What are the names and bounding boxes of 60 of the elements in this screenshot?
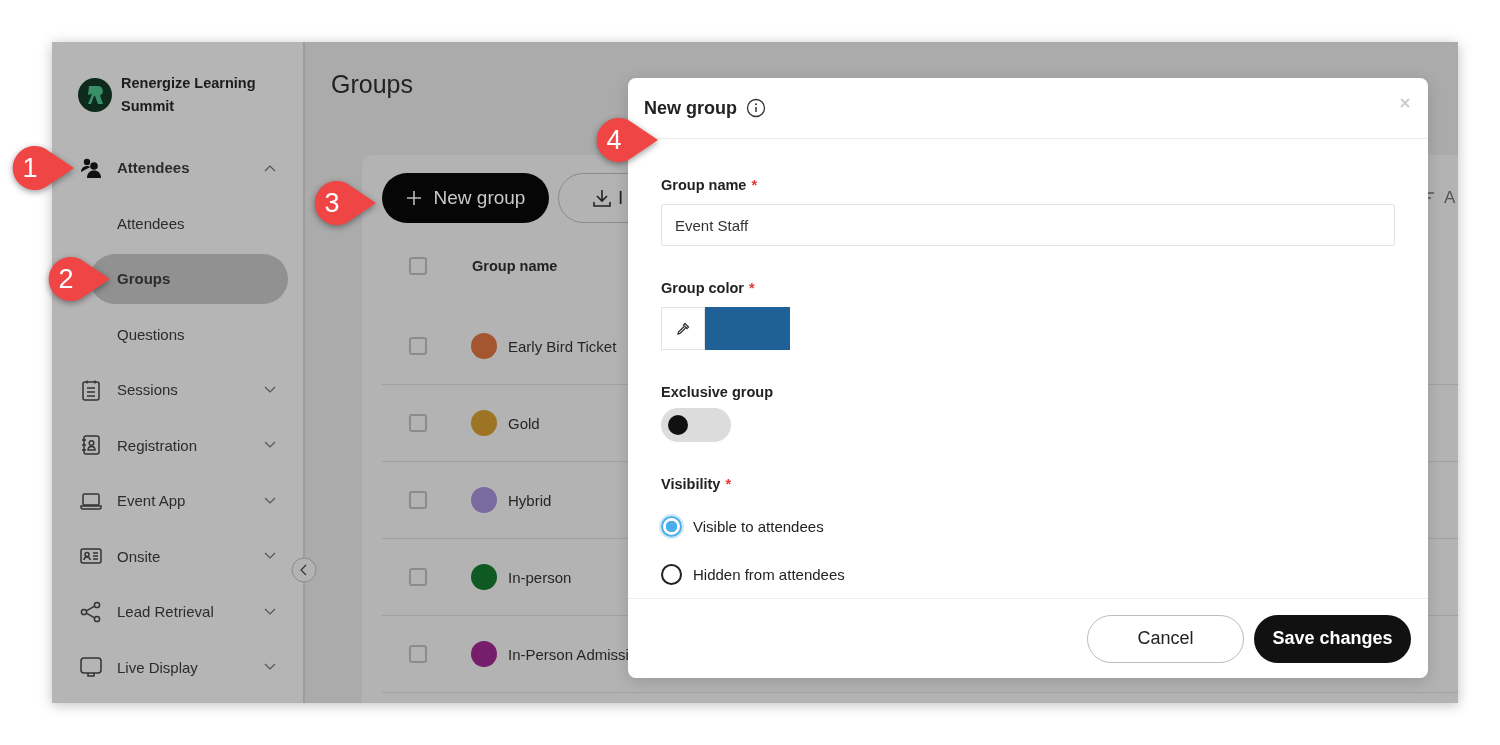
radio-button[interactable] xyxy=(661,515,682,537)
column-header: Group name xyxy=(472,257,558,274)
cancel-button[interactable]: Cancel xyxy=(1087,614,1244,663)
collapse-button[interactable] xyxy=(291,557,317,583)
sidebar-item[interactable]: Attendees xyxy=(79,140,276,196)
sidebar-item[interactable]: Registration xyxy=(79,417,276,473)
exclusive-toggle[interactable] xyxy=(661,408,731,442)
color-swatch[interactable] xyxy=(705,307,790,350)
radio-label: Visible to attendees xyxy=(693,517,824,535)
sidebar-item[interactable]: Event App xyxy=(79,473,276,529)
group-name-field[interactable]: Event Staff xyxy=(661,204,1395,246)
sidebar-item[interactable]: Lead Retrieval xyxy=(79,584,276,640)
row-checkbox[interactable] xyxy=(409,491,427,509)
row-checkbox[interactable] xyxy=(409,568,427,586)
row-checkbox[interactable] xyxy=(409,645,427,663)
chevron-down-icon xyxy=(264,552,276,561)
plus-icon xyxy=(405,190,422,206)
logo-icon xyxy=(78,78,112,112)
sidebar-item[interactable]: Live Display xyxy=(79,639,276,695)
sidebar-subitem[interactable]: Attendees xyxy=(90,198,288,249)
row-checkbox[interactable] xyxy=(409,337,427,355)
select-all-checkbox[interactable] xyxy=(409,256,427,275)
new-group-button[interactable]: New group xyxy=(382,173,549,223)
radio-label: Hidden from attendees xyxy=(693,565,845,583)
chevron-down-icon xyxy=(264,385,276,394)
toolbar-text: A xyxy=(1444,188,1457,208)
group-name-cell: In-Person Admissi xyxy=(508,645,629,663)
dialog-title: New group xyxy=(644,97,737,119)
required-mark: * xyxy=(725,476,732,492)
group-name-cell: In-person xyxy=(508,568,572,586)
sidebar-item[interactable]: Sessions xyxy=(79,362,276,418)
event-name: Renergize Learning Summit xyxy=(121,74,257,116)
field-label: Exclusive group xyxy=(661,384,773,400)
share-icon xyxy=(79,599,103,624)
close-icon[interactable] xyxy=(1400,98,1410,108)
field-label: Visibility xyxy=(661,476,721,492)
page-title: Groups xyxy=(331,70,413,99)
eyedropper-icon xyxy=(675,320,691,337)
field-label: Group color xyxy=(661,280,744,296)
field-label: Group name xyxy=(661,177,747,193)
group-name-cell: Gold xyxy=(508,414,540,432)
chevron-up-icon xyxy=(264,163,276,172)
sidebar-item[interactable]: Onsite xyxy=(79,528,276,584)
monitor-icon xyxy=(79,655,103,680)
chevron-down-icon xyxy=(264,607,276,616)
radio-button[interactable] xyxy=(661,563,682,585)
chevron-down-icon xyxy=(264,496,276,505)
chevron-down-icon xyxy=(264,663,276,672)
group-name-cell: Early Bird Ticket xyxy=(508,337,617,355)
group-name-cell: Hybrid xyxy=(508,491,552,509)
save-button[interactable]: Save changes xyxy=(1254,614,1411,663)
info-icon[interactable] xyxy=(746,98,766,118)
chevron-down-icon xyxy=(264,441,276,450)
required-mark: * xyxy=(751,177,758,193)
row-checkbox[interactable] xyxy=(409,414,427,432)
eyedropper-button[interactable] xyxy=(661,307,705,350)
contact-book-icon xyxy=(79,433,103,458)
download-icon xyxy=(592,188,612,208)
sidebar-subitem[interactable]: Questions xyxy=(90,309,288,360)
required-mark: * xyxy=(749,280,755,296)
